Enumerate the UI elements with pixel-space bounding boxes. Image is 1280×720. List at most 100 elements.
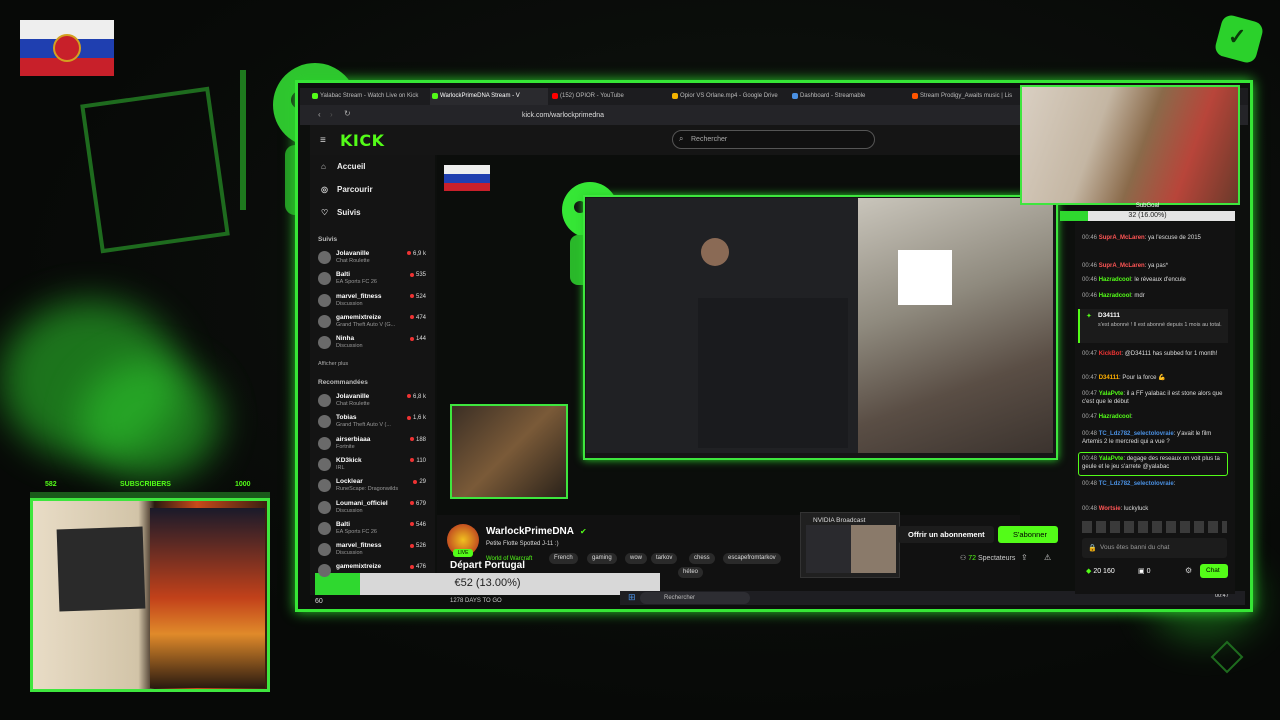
avatar	[318, 251, 331, 264]
channel-item[interactable]: Loumani_officiel Discussion 679	[318, 499, 428, 517]
subscribe-button[interactable]: S'abonner	[998, 526, 1058, 543]
channel-item[interactable]: marvel_fitness Discussion 526	[318, 541, 428, 559]
viewer-count: 188	[410, 437, 426, 443]
channel-item[interactable]: Jolavanille Chat Roulette 6,9 k	[318, 249, 428, 267]
gift-subscription-button[interactable]: Offrir un abonnement	[898, 526, 994, 543]
tab-label: WarlockPrimeDNA Stream - V	[440, 93, 520, 99]
channel-category: Discussion	[336, 300, 363, 307]
forward-icon[interactable]: ›	[330, 110, 333, 119]
back-icon[interactable]: ‹	[318, 110, 321, 119]
sub-event-text: s'est abonné ! Il est abonné depuis 1 mo…	[1098, 322, 1222, 328]
chat-user[interactable]: YalaPvte	[1099, 391, 1124, 397]
chat-text: ya l'escuse de 2015	[1148, 235, 1201, 241]
channel-item[interactable]: Locklear RuneScape: Dragonwilds 29	[318, 477, 428, 495]
channel-points[interactable]: ◆ 20 160	[1086, 567, 1115, 575]
windows-start-icon[interactable]: ⊞	[628, 592, 636, 603]
subs-current: 582	[45, 481, 57, 488]
channel-item[interactable]: Ninha Discussion 144	[318, 334, 428, 352]
chat-user[interactable]: Wortsie	[1099, 506, 1121, 512]
chat-user[interactable]: TC_Ldz782_selectolovraie	[1099, 481, 1174, 487]
tab-favicon-icon	[792, 93, 798, 99]
browser-tab[interactable]: Dashboard - Streamable	[790, 88, 908, 105]
chat-user[interactable]: KickBot	[1099, 351, 1122, 357]
verified-icon: ✔	[580, 527, 587, 536]
gift-count[interactable]: ▣ 0	[1138, 567, 1150, 575]
channel-item[interactable]: Jolavanille Chat Roulette 6,8 k	[318, 392, 428, 410]
chat-user[interactable]: D34111	[1099, 375, 1119, 381]
browser-tab[interactable]: Yalabac Stream - Watch Live on Kick	[310, 88, 428, 105]
chat-time: 00:48	[1082, 506, 1098, 512]
chat-time: 00:48	[1082, 431, 1098, 437]
channel-name: KD3kick	[336, 456, 362, 464]
stream-tag[interactable]: gaming	[587, 553, 617, 564]
report-icon[interactable]: ⚠	[1044, 553, 1051, 562]
viewer-count: 6,8 k	[407, 394, 426, 400]
chat-user[interactable]: Hazradcool	[1099, 277, 1131, 283]
url-text[interactable]: kick.com/warlockprimedna	[522, 112, 604, 119]
kick-logo[interactable]: KICK	[340, 131, 385, 150]
nested-webcam	[858, 198, 1053, 453]
settings-icon[interactable]: ⚙	[1185, 566, 1192, 575]
channel-item[interactable]: Tobias Grand Theft Auto V (... 1,6 k	[318, 413, 428, 431]
channel-category: Chat Roulette	[336, 258, 370, 264]
taskbar-search[interactable]: Rechercher	[640, 592, 750, 604]
viewer-count: 474	[410, 315, 426, 321]
nvidia-label: NVIDIA Broadcast	[813, 517, 866, 524]
avatar	[318, 543, 331, 557]
avatar	[318, 500, 331, 514]
tab-label: Dashboard - Streamable	[800, 93, 866, 99]
stream-tag[interactable]: héteo	[678, 567, 704, 578]
browser-tab[interactable]: (152) OPIOR - YouTube	[550, 88, 668, 105]
nvidia-thumbnail	[806, 525, 896, 573]
stream-tag[interactable]: French	[549, 553, 578, 564]
viewer-count: 535	[410, 272, 426, 278]
chat-user[interactable]: TC_Ldz782_selectolovraie	[1099, 431, 1174, 437]
browser-tab[interactable]: Stream Prodigy_Awaits music | Lis	[910, 88, 1028, 105]
chat-user[interactable]: SuprA_McLaren	[1099, 263, 1145, 269]
stream-tag[interactable]: chess	[689, 553, 715, 564]
top-webcam	[1020, 85, 1240, 205]
heart-icon: ♡	[321, 208, 329, 217]
viewer-count: 6,9 k	[407, 251, 426, 257]
chat-message: 00:48 Wortsie: luckyluck	[1082, 506, 1149, 512]
viewer-count: 546	[410, 522, 426, 528]
viewer-count: 110	[410, 458, 426, 464]
nested-dashboard-screen	[586, 198, 858, 453]
channel-name: Ninha	[336, 335, 355, 343]
streamer-name[interactable]: WarlockPrimeDNA	[486, 526, 574, 537]
channel-name: Balti	[336, 271, 351, 279]
stream-tag[interactable]: tarkov	[651, 553, 678, 564]
chat-user[interactable]: Hazradcool	[1099, 293, 1131, 299]
share-icon[interactable]: ⇪	[1021, 553, 1028, 562]
channel-item[interactable]: Balti EA Sports FC 26 535	[318, 270, 428, 288]
subscriber-goal: 582 SUBSCRIBERS 1000	[30, 478, 270, 492]
show-more-link[interactable]: Afficher plus	[318, 361, 348, 367]
nav-browse[interactable]: ◎ Parcourir	[321, 185, 373, 194]
home-icon: ⌂	[321, 162, 326, 171]
channel-item[interactable]: gamemixtreize Grand Theft Auto V (G... 474	[318, 313, 428, 331]
tab-favicon-icon	[312, 93, 318, 99]
chat-input[interactable]: Vous êtes banni du chat	[1082, 538, 1227, 558]
nav-home[interactable]: ⌂ Accueil	[321, 162, 365, 171]
avatar	[318, 457, 331, 471]
channel-item[interactable]: Balti EA Sports FC 26 546	[318, 520, 428, 538]
chat-user[interactable]: SuprA_McLaren	[1099, 235, 1145, 241]
chat-user[interactable]: YalaPvte	[1099, 456, 1124, 462]
menu-icon[interactable]: ≡	[320, 135, 326, 146]
stream-tag[interactable]: wow	[625, 553, 648, 564]
channel-item[interactable]: gamemixtreize 476	[318, 562, 428, 580]
channel-item[interactable]: airserbiaaa Fortnite 188	[318, 435, 428, 453]
gift-icon: ▣	[1138, 568, 1147, 575]
emote-bar[interactable]	[1082, 521, 1227, 533]
chat-send-button[interactable]: Chat	[1200, 564, 1228, 578]
channel-item[interactable]: marvel_fitness Discussion 524	[318, 292, 428, 310]
nav-following[interactable]: ♡ Suivis	[321, 208, 361, 217]
viewer-count: 526	[410, 543, 426, 549]
stream-tag[interactable]: escapefromtarkov	[723, 553, 781, 564]
browser-tab[interactable]: WarlockPrimeDNA Stream - V	[430, 88, 548, 105]
reload-icon[interactable]: ↻	[344, 109, 351, 118]
search-input[interactable]: Rechercher	[672, 130, 875, 149]
chat-user[interactable]: Hazradcool	[1099, 414, 1131, 420]
channel-item[interactable]: KD3kick IRL 110	[318, 456, 428, 474]
browser-tab[interactable]: Opior VS Orlane.mp4 - Google Drive	[670, 88, 788, 105]
